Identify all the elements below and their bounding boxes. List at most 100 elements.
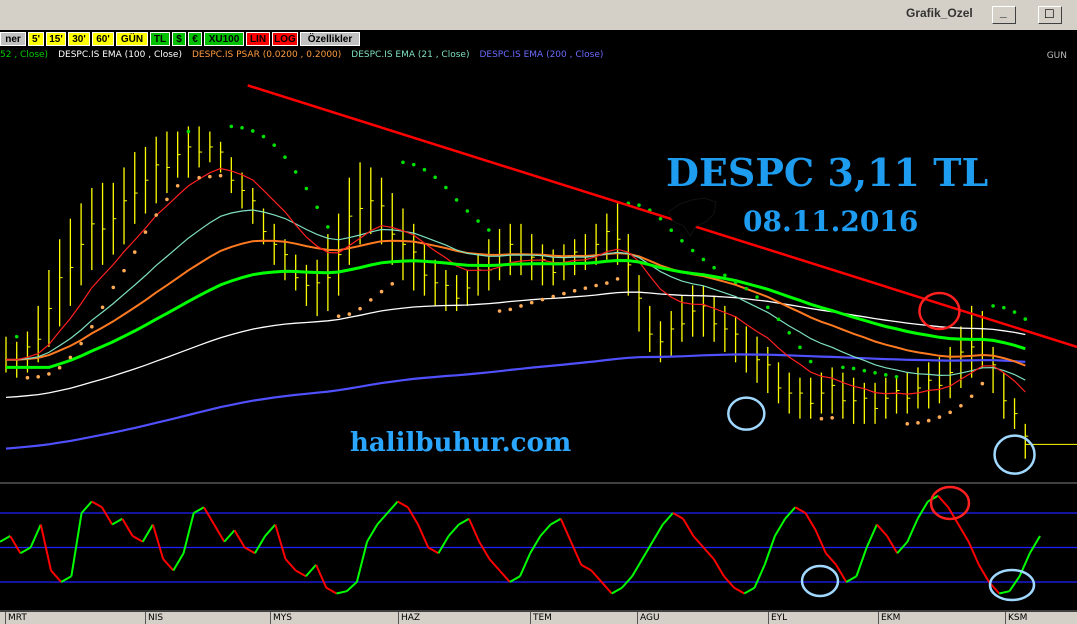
osc-segment [213, 523, 226, 543]
psar-dot [669, 228, 674, 233]
psar-dot [433, 175, 437, 180]
osc-segment [141, 523, 154, 543]
osc-segment [1028, 535, 1041, 554]
trendline [247, 84, 1077, 349]
osc-segment [447, 523, 460, 537]
psar-dot [798, 345, 802, 350]
price-chart[interactable] [0, 0, 1077, 612]
osc-segment [397, 500, 409, 509]
psar-dot [336, 314, 341, 318]
psar-dot [733, 280, 738, 285]
osc-circle-blue-2 [988, 568, 1036, 602]
psar-dot [36, 374, 40, 379]
osc-segment [478, 541, 491, 560]
osc-segment [753, 564, 766, 589]
psar-dot [315, 205, 319, 210]
x-tick-label: MYS [270, 612, 292, 624]
psar-dot [905, 422, 910, 426]
psar-dot [411, 162, 416, 167]
psar-dot [154, 213, 159, 217]
osc-segment [845, 575, 857, 583]
psar-dot [79, 341, 83, 346]
psar-dot [551, 294, 555, 299]
osc-segment [162, 558, 175, 572]
psar-dot [422, 167, 427, 172]
osc-segment [437, 535, 450, 554]
psar-dot [1012, 310, 1017, 314]
osc-segment [386, 500, 399, 514]
osc-segment [29, 524, 42, 548]
osc-segment [19, 546, 32, 555]
osc-segment [804, 512, 817, 531]
osc-segment [132, 535, 144, 543]
psar-dot [283, 155, 287, 159]
osc-segment [865, 524, 878, 548]
psar-dot [637, 203, 641, 207]
psar-dot [304, 186, 309, 191]
psar-dot [68, 355, 73, 360]
x-tick-label: AGU [637, 612, 660, 624]
x-tick-label: MRT [5, 612, 27, 624]
psar-dot [476, 219, 480, 223]
osc-segment [509, 575, 521, 583]
psar-dot [594, 283, 598, 288]
osc-segment [366, 523, 379, 543]
osc-segment [886, 535, 899, 554]
osc-segment [957, 523, 970, 543]
psar-dot [519, 304, 523, 308]
psar-dot [390, 282, 395, 286]
osc-segment [121, 518, 134, 537]
osc-segment [1008, 575, 1021, 592]
psar-dot [723, 273, 727, 278]
x-tick-label: TEM [530, 612, 552, 624]
support-circle-1 [727, 396, 766, 431]
psar-dot [240, 125, 244, 130]
psar-dot [701, 257, 706, 262]
psar-dot [744, 286, 749, 291]
annotation-title: DESPC 3,11 TL [666, 150, 989, 195]
osc-segment [315, 564, 328, 589]
watermark: halilbuhur.com [350, 428, 572, 458]
osc-segment [550, 517, 562, 526]
psar-dot [132, 250, 137, 254]
psar-dot [25, 375, 30, 380]
psar-dot [776, 317, 781, 322]
osc-segment [733, 586, 745, 595]
x-tick-label: EYL [768, 612, 787, 624]
osc-segment [631, 558, 644, 577]
x-tick-label: NIS [145, 612, 163, 624]
psar-dot [712, 265, 716, 270]
osc-segment [325, 586, 337, 595]
osc-segment [559, 518, 572, 543]
osc-segment [0, 535, 11, 543]
osc-segment [203, 506, 215, 526]
osc-segment [529, 535, 542, 554]
x-tick-label: KSM [1005, 612, 1027, 624]
osc-segment [998, 590, 1010, 595]
psar-dot [583, 286, 588, 290]
osc-segment [763, 535, 776, 566]
osc-segment [336, 590, 347, 595]
psar-dot [916, 421, 920, 425]
osc-segment [600, 581, 613, 595]
psar-dot [830, 415, 834, 420]
psar-dot [572, 289, 577, 293]
psar-dot [529, 300, 534, 305]
osc-segment [498, 569, 511, 583]
x-axis: MRT NIS MYS HAZ TEM AGU EYL EKM KSM [0, 612, 1077, 624]
support-circle-2 [993, 434, 1036, 475]
osc-segment [376, 512, 389, 526]
annotation-date: 08.11.2016 [743, 205, 919, 238]
osc-segment [611, 586, 623, 595]
osc-segment [223, 529, 236, 543]
psar-dot [175, 183, 180, 188]
osc-segment [193, 506, 205, 514]
psar-dot [465, 209, 470, 213]
psar-dot [444, 185, 448, 190]
psar-dot [508, 307, 513, 312]
osc-segment [9, 535, 22, 554]
osc-segment [651, 523, 664, 543]
psar-dot [47, 372, 51, 376]
osc-segment [661, 512, 674, 526]
psar-dot [937, 415, 942, 419]
